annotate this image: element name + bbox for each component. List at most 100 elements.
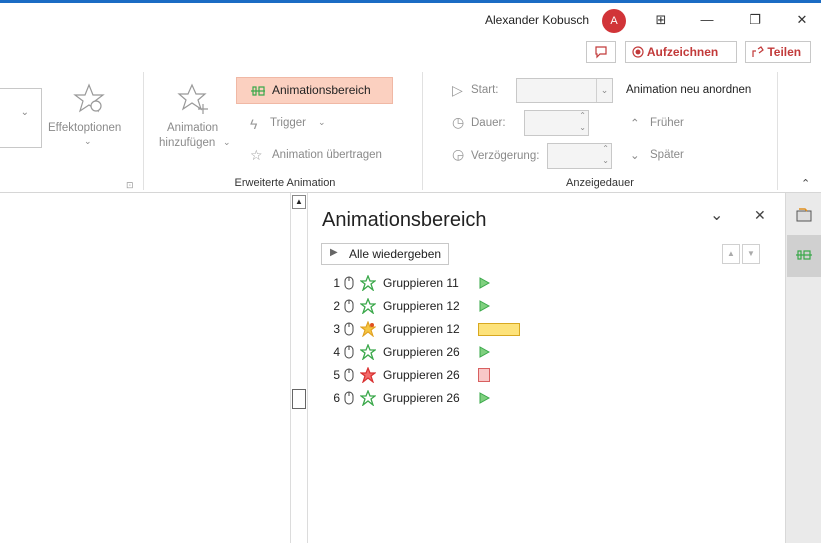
selection-pane-button[interactable]	[791, 201, 817, 227]
group-separator	[143, 72, 144, 190]
item-label: Gruppieren 26	[383, 391, 460, 405]
duration-spinner[interactable]: ⌃ ⌄	[524, 110, 589, 136]
timing-bar[interactable]	[478, 323, 520, 336]
scroll-thumb[interactable]	[292, 389, 306, 409]
start-label: Start:	[471, 84, 499, 96]
selection-pane-icon	[796, 208, 812, 222]
mouse-click-icon	[344, 345, 354, 359]
effect-options-icon	[73, 83, 105, 113]
mouse-click-icon	[344, 391, 354, 405]
chevron-down-icon[interactable]: ⌄	[596, 79, 612, 102]
pane-title: Animationsbereich	[322, 209, 487, 231]
play-timing-icon	[479, 346, 490, 358]
emphasis-effect-icon	[360, 321, 376, 337]
animation-pane: Animationsbereich ⌄ ✕ ▶ Alle wiedergeben…	[308, 193, 785, 543]
animation-pane-label: Animationsbereich	[272, 83, 371, 97]
entrance-effect-icon	[360, 390, 376, 406]
animation-painter-button[interactable]: ☆ Animation übertragen	[250, 146, 400, 168]
effect-options-button[interactable]: Effektoptionen ⌄	[44, 78, 134, 153]
minimize-button[interactable]: —	[692, 9, 722, 31]
timing-bar[interactable]	[478, 368, 490, 382]
add-animation-label-1: Animation	[167, 122, 219, 134]
slide-area[interactable]	[0, 193, 290, 543]
animation-pane-tab[interactable]	[787, 235, 821, 277]
chevron-down-icon: ⌄	[84, 136, 92, 146]
ribbon: Aufzeichnen Teilen ⌄ Effektoptionen ⌄ ⊡	[0, 38, 821, 193]
play-all-button[interactable]: ▶ Alle wiedergeben	[321, 243, 449, 265]
avatar[interactable]: A	[602, 9, 626, 33]
close-pane-icon[interactable]: ✕	[754, 207, 766, 224]
add-animation-icon	[177, 83, 208, 114]
mouse-click-icon	[344, 368, 354, 382]
spin-down-icon[interactable]: ⌄	[602, 156, 609, 165]
share-button[interactable]: Teilen	[745, 41, 811, 63]
chevron-down-icon[interactable]: ⌄	[710, 205, 723, 225]
item-number: 3	[333, 322, 340, 336]
play-icon: ▷	[452, 82, 463, 98]
spin-up-icon[interactable]: ⌃	[579, 111, 586, 120]
duration-label: Dauer:	[471, 117, 506, 129]
play-all-label: Alle wiedergeben	[349, 247, 442, 261]
delay-clock-icon: ◶	[452, 146, 465, 162]
group-separator	[777, 72, 778, 190]
group-label-timing: Anzeigedauer	[566, 177, 634, 189]
move-later-button[interactable]: ⌄ Später	[628, 148, 708, 166]
delay-spinner[interactable]: ⌃ ⌄	[547, 143, 612, 169]
entrance-effect-icon	[360, 344, 376, 360]
restore-button[interactable]: ❐	[740, 9, 770, 31]
group-separator	[422, 72, 423, 190]
mouse-click-icon	[344, 299, 354, 313]
comment-icon	[595, 46, 607, 59]
record-button[interactable]: Aufzeichnen	[625, 41, 737, 63]
lightning-icon: ϟ	[250, 116, 258, 132]
scroll-up-icon[interactable]: ▲	[292, 195, 306, 209]
spin-down-icon[interactable]: ⌄	[579, 123, 586, 132]
group-label-advanced: Erweiterte Animation	[234, 177, 336, 189]
reorder-label: Animation neu anordnen	[626, 84, 752, 96]
item-number: 4	[333, 345, 340, 359]
move-up-icon[interactable]: ▲	[722, 244, 740, 264]
item-number: 6	[333, 391, 340, 405]
effect-gallery-scroll[interactable]: ⌄	[0, 88, 42, 148]
chevron-up-icon: ⌃	[630, 118, 640, 130]
title-bar: Alexander Kobusch A ⊞ — ❐ ✕	[0, 0, 821, 38]
play-icon: ▶	[330, 247, 338, 258]
clock-icon: ◷	[452, 114, 465, 130]
vertical-scrollbar[interactable]: ▲	[290, 193, 308, 543]
play-timing-icon	[479, 392, 490, 404]
entrance-effect-icon	[360, 298, 376, 314]
spin-up-icon[interactable]: ⌃	[602, 144, 609, 153]
entrance-effect-icon	[360, 275, 376, 291]
close-button[interactable]: ✕	[787, 9, 817, 31]
chevron-down-icon: ⌄	[223, 137, 231, 147]
move-down-icon[interactable]: ▼	[742, 244, 760, 264]
dialog-launcher-icon[interactable]: ⊡	[126, 180, 134, 191]
animation-painter-icon: ☆	[250, 147, 263, 163]
user-name[interactable]: Alexander Kobusch	[485, 13, 589, 27]
start-dropdown[interactable]: ⌄	[516, 78, 613, 103]
share-label: Teilen	[767, 45, 802, 59]
mouse-click-icon	[344, 322, 354, 336]
exit-effect-icon	[360, 367, 376, 383]
item-number: 1	[333, 276, 340, 290]
item-label: Gruppieren 26	[383, 368, 460, 382]
ribbon-display-options-icon[interactable]: ⊞	[646, 9, 676, 31]
record-label: Aufzeichnen	[646, 45, 719, 59]
animation-painter-label: Animation übertragen	[272, 149, 382, 161]
move-earlier-button[interactable]: ⌃ Früher	[628, 116, 708, 134]
chevron-down-icon: ⌄	[318, 117, 326, 127]
animation-pane-button[interactable]: Animationsbereich	[236, 77, 393, 104]
powerpoint-window: Alexander Kobusch A ⊞ — ❐ ✕ Aufzeichnen …	[0, 0, 821, 543]
item-label: Gruppieren 26	[383, 345, 460, 359]
trigger-button[interactable]: ϟ Trigger ⌄	[250, 115, 340, 135]
item-number: 5	[333, 368, 340, 382]
animation-pane-icon	[796, 250, 812, 260]
record-icon	[632, 46, 644, 58]
play-timing-icon	[479, 277, 490, 289]
share-icon	[752, 46, 764, 57]
collapse-ribbon-icon[interactable]: ⌃	[801, 177, 810, 190]
comments-button[interactable]	[586, 41, 616, 63]
add-animation-button[interactable]: Animation hinzufügen ⌄	[155, 78, 235, 158]
chevron-down-icon: ⌄	[20, 107, 29, 118]
item-label: Gruppieren 12	[383, 299, 460, 313]
